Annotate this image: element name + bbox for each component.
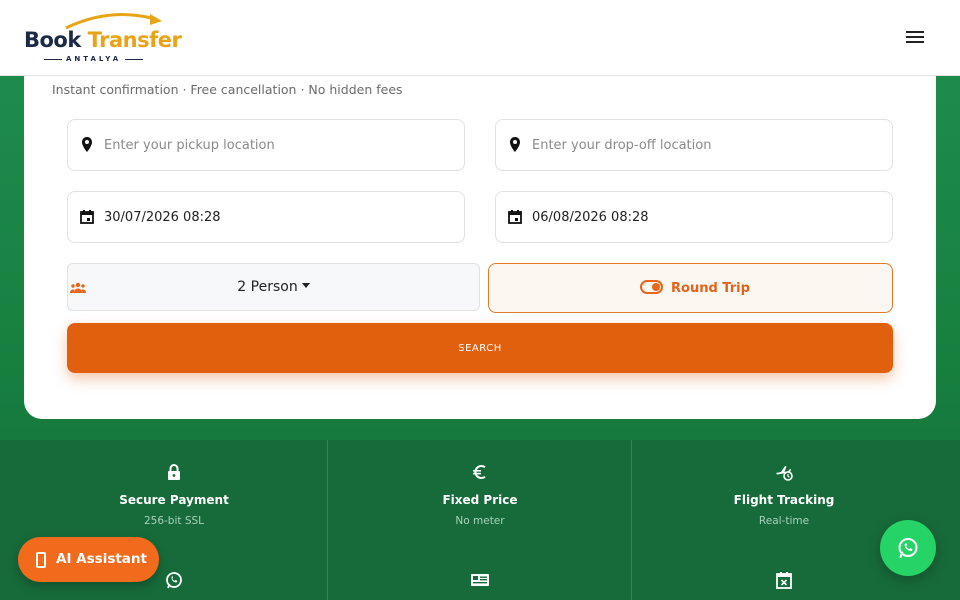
phone-icon (36, 552, 46, 568)
brand-subtitle: ANTALYA (43, 55, 144, 63)
feature-title: Fixed Price (442, 493, 518, 507)
hamburger-menu-icon[interactable] (904, 28, 926, 46)
search-button[interactable]: SEARCH (67, 323, 893, 373)
dropoff-field[interactable] (495, 119, 893, 171)
map-pin-icon (82, 137, 92, 152)
ai-assistant-button[interactable]: AI Assistant (18, 537, 159, 582)
pickup-input[interactable] (104, 134, 444, 156)
lock-icon (168, 464, 180, 480)
feature-flight-tracking: Flight Tracking Real-time (631, 440, 936, 600)
pickup-date-input[interactable] (104, 206, 444, 228)
euro-icon (473, 465, 486, 479)
calendar-icon (508, 210, 522, 224)
pickup-date-field[interactable] (67, 191, 465, 243)
dropoff-input[interactable] (532, 134, 872, 156)
calendar-x-icon (776, 572, 792, 589)
id-card-icon (471, 574, 489, 586)
brand-word-transfer: Transfer (87, 28, 182, 52)
whatsapp-button[interactable] (880, 520, 936, 576)
caret-down-icon (301, 283, 310, 288)
feature-subtitle: 256-bit SSL (143, 515, 205, 527)
whatsapp-icon (898, 538, 918, 558)
brand-logo[interactable]: Book Transfer ANTALYA (24, 12, 182, 68)
return-date-field[interactable] (495, 191, 893, 243)
booking-form-card: Instant confirmation · Free cancellation… (24, 60, 936, 419)
pickup-field[interactable] (67, 119, 465, 171)
passenger-select[interactable]: 2 Person (67, 263, 480, 311)
feature-title: Flight Tracking (733, 493, 835, 507)
map-pin-icon (510, 137, 520, 152)
flight-clock-icon (776, 466, 793, 481)
booking-tagline: Instant confirmation · Free cancellation… (52, 82, 403, 97)
feature-subtitle: No meter (455, 515, 505, 527)
site-header: Book Transfer ANTALYA (0, 0, 960, 76)
brand-name: Book Transfer (24, 28, 182, 52)
return-date-input[interactable] (532, 206, 872, 228)
calendar-icon (80, 210, 94, 224)
brand-word-book: Book (24, 28, 81, 52)
passenger-count: 2 Person (237, 279, 298, 295)
passenger-select-value: 2 Person (68, 279, 479, 295)
round-trip-toggle[interactable]: Round Trip (488, 263, 893, 313)
ai-assistant-label: AI Assistant (56, 551, 147, 567)
toggle-switch-icon[interactable] (640, 280, 663, 294)
round-trip-label: Round Trip (671, 281, 750, 296)
whatsapp-outline-icon (166, 572, 182, 589)
feature-title: Secure Payment (119, 493, 229, 507)
feature-fixed-price: Fixed Price No meter (327, 440, 632, 600)
